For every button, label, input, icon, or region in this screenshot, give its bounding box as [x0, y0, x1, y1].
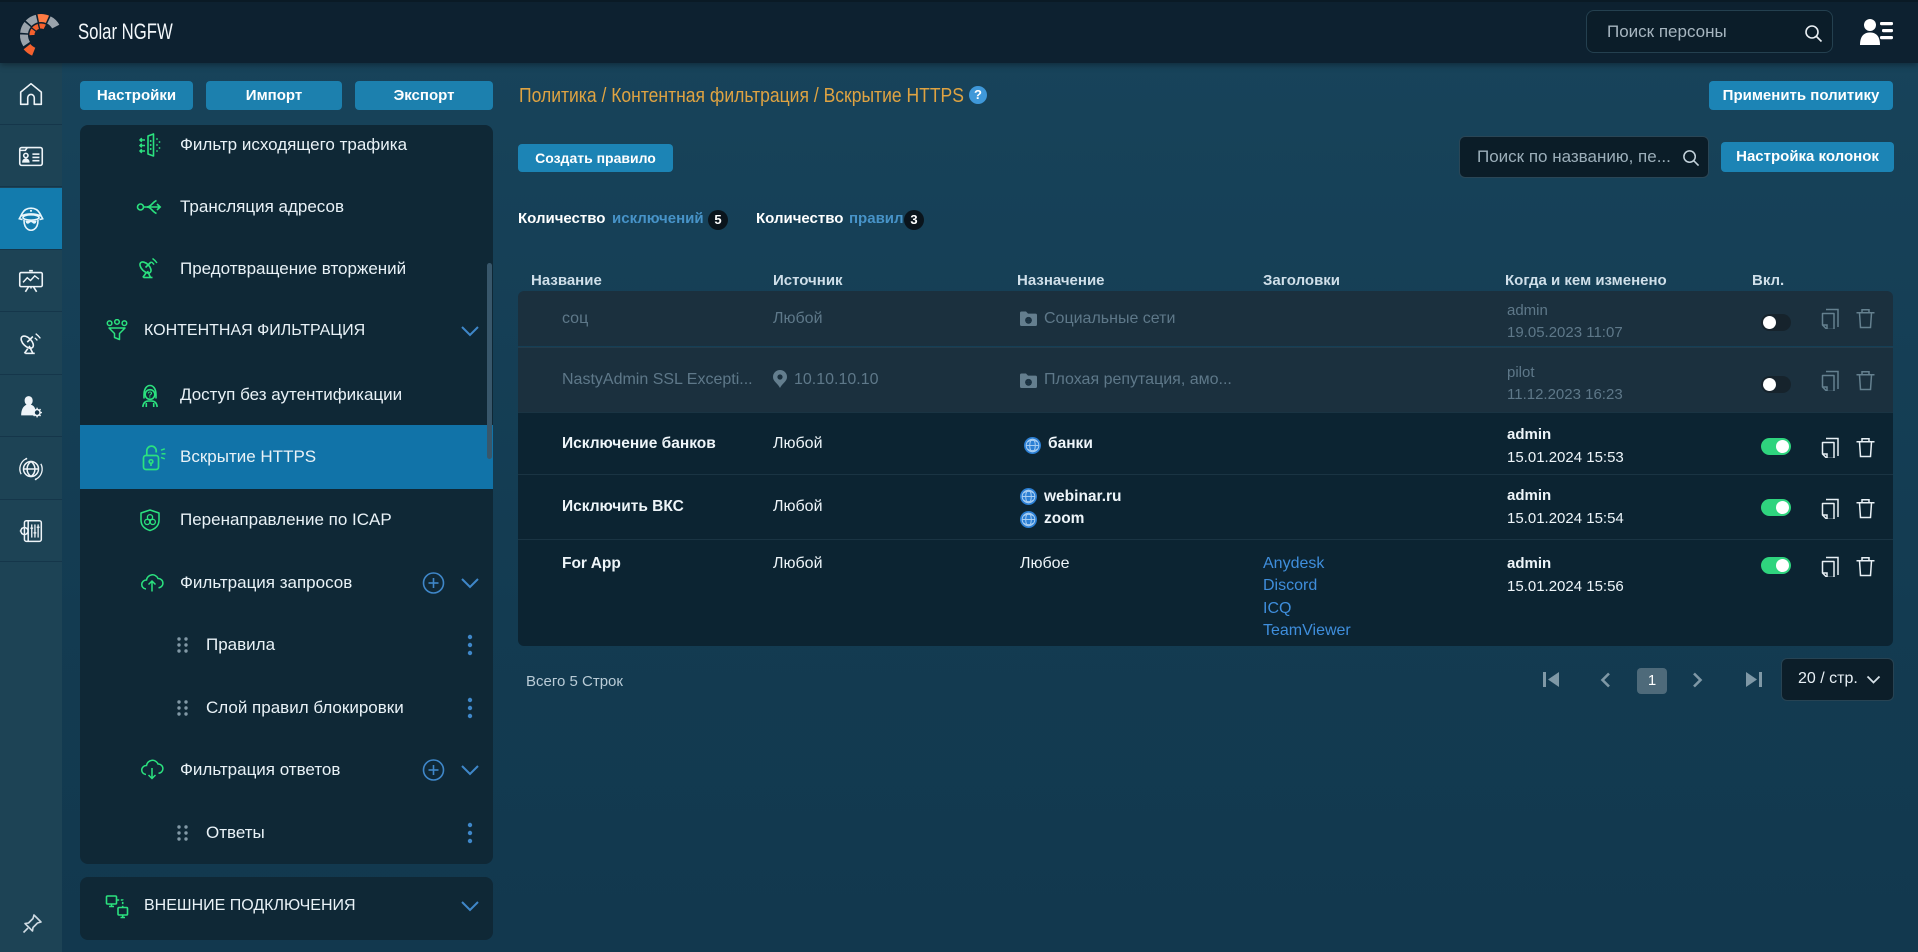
- svg-text:?: ?: [147, 389, 152, 399]
